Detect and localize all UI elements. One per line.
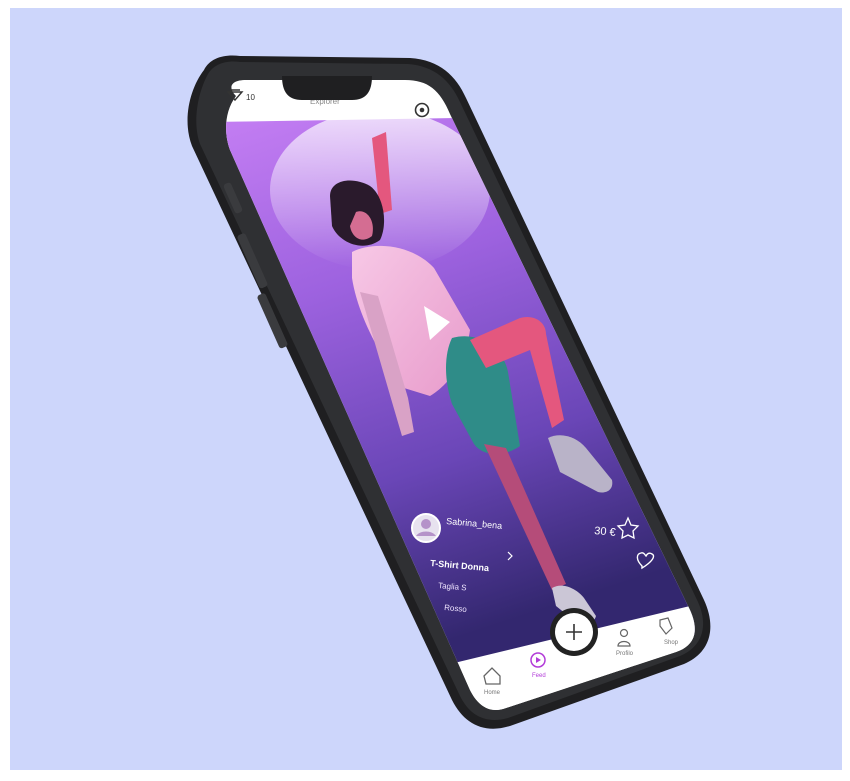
tab-home-label: Home: [484, 690, 501, 696]
gems-count: 10: [246, 93, 255, 102]
phone-screen: Sabrina_bena T-Shirt Donna Taglia S Ross…: [226, 76, 695, 710]
tab-profile-label: Profilo: [616, 651, 634, 657]
add-button[interactable]: [550, 608, 598, 656]
tab-feed-label: Feed: [532, 673, 546, 679]
phone-mockup: Sabrina_bena T-Shirt Donna Taglia S Ross…: [0, 0, 850, 776]
price: 30 €: [594, 525, 616, 539]
tab-shop-label: Shop: [664, 640, 679, 646]
notch: [282, 76, 372, 100]
avatar[interactable]: [411, 513, 441, 543]
